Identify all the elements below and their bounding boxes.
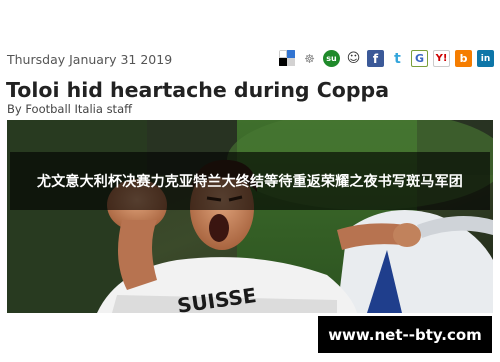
article-byline: By Football Italia staff bbox=[7, 102, 133, 116]
linkedin-icon[interactable]: in bbox=[477, 50, 494, 67]
stumbleupon-icon[interactable]: su bbox=[323, 50, 340, 67]
facebook-icon[interactable]: f bbox=[367, 50, 384, 67]
blogger-icon[interactable]: b bbox=[455, 50, 472, 67]
photo-caption-text: 尤文意大利杯决赛力克亚特兰大终结等待重返荣耀之夜书写斑马军团 bbox=[37, 174, 463, 190]
delicious-icon[interactable] bbox=[279, 50, 296, 67]
twitter-icon[interactable]: t bbox=[389, 50, 406, 67]
site-watermark: www.net--bty.com bbox=[318, 316, 492, 353]
share-bar: ☸ su ☺ f t G Y! b in bbox=[279, 50, 494, 67]
article-title: Toloi hid heartache during Coppa bbox=[6, 78, 390, 102]
article-date: Thursday January 31 2019 bbox=[7, 52, 173, 67]
digg-icon[interactable]: ☸ bbox=[301, 50, 318, 67]
google-icon[interactable]: G bbox=[411, 50, 428, 67]
photo-illustration: SUISSE bbox=[7, 120, 493, 313]
photo-caption-overlay: 尤文意大利杯决赛力克亚特兰大终结等待重返荣耀之夜书写斑马军团 bbox=[10, 152, 490, 210]
reddit-icon[interactable]: ☺ bbox=[345, 50, 362, 67]
article-photo: SUISSE bbox=[7, 120, 493, 313]
watermark-text: www.net--bty.com bbox=[328, 325, 482, 344]
yahoo-icon[interactable]: Y! bbox=[433, 50, 450, 67]
